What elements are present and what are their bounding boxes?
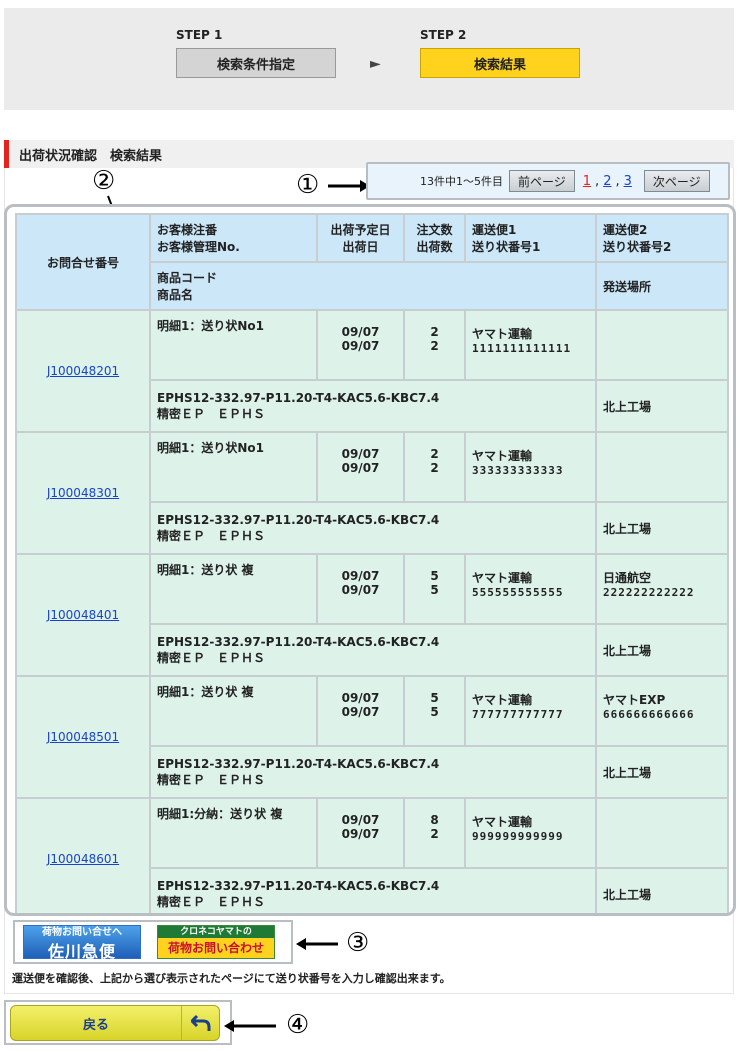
header-inquiry-no: お問合せ番号 — [15, 213, 151, 311]
detail-cell: 明細1：送り状 複 — [149, 553, 318, 625]
prev-page-button[interactable]: 前ページ — [509, 170, 575, 192]
header-product: 商品コード 商品名 — [149, 261, 597, 311]
inquiry-cell: J100048501 — [15, 675, 151, 799]
inquiry-cell: J100048601 — [15, 797, 151, 913]
qty-cell: 22 — [403, 431, 466, 503]
header-carrier-2: 運送便2 送り状番号2 — [595, 213, 729, 263]
ship-from-cell: 北上工場 — [595, 867, 729, 913]
carrier2-cell — [595, 309, 729, 381]
qty-cell: 22 — [403, 309, 466, 381]
header-carrier-1: 運送便1 送り状番号1 — [464, 213, 597, 263]
back-button[interactable]: 戻る — [10, 1005, 220, 1041]
callout-2: ② — [92, 166, 116, 196]
inquiry-cell: J100048301 — [15, 431, 151, 555]
step-arrow-icon: ► — [370, 56, 381, 72]
step2-label: STEP 2 — [420, 28, 467, 42]
ship-from-cell: 北上工場 — [595, 745, 729, 799]
results-table-frame: お問合せ番号 お客様注番 お客様管理No. 出荷予定日 出荷日 注文数 出荷数 運送便… — [4, 204, 736, 916]
step1-button[interactable]: 検索条件指定 — [176, 48, 336, 78]
results-table: お問合せ番号 お客様注番 お客様管理No. 出荷予定日 出荷日 注文数 出荷数 運送便… — [15, 213, 729, 913]
product-cell: EPHS12-332.97-P11.20-T4-KAC5.6-KBC7.4 精密Ｅ… — [149, 501, 597, 555]
date-cell: 09/07 09/07 — [316, 309, 405, 381]
pagination: 13件中1〜5件目 前ページ 1 , 2 , 3 次ページ — [366, 162, 730, 200]
callout-4: ④ — [286, 1010, 310, 1040]
qty-cell: 82 — [403, 797, 466, 869]
inquiry-link[interactable]: J100048501 — [47, 730, 119, 744]
product-cell: EPHS12-332.97-P11.20-T4-KAC5.6-KBC7.4 精密Ｅ… — [149, 379, 597, 433]
inquiry-link[interactable]: J100048401 — [47, 608, 119, 622]
qty-cell: 55 — [403, 675, 466, 747]
callout-3-arrow-icon — [296, 938, 338, 950]
detail-cell: 明細1：送り状No1 — [149, 431, 318, 503]
inquiry-link[interactable]: J100048601 — [47, 852, 119, 866]
product-cell: EPHS12-332.97-P11.20-T4-KAC5.6-KBC7.4 精密Ｅ… — [149, 623, 597, 677]
yamato-banner[interactable]: クロネコヤマトの 荷物お問い合わせ — [157, 925, 275, 959]
header-order-no: お客様注番 お客様管理No. — [149, 213, 318, 263]
callout-1-arrow-icon — [328, 180, 370, 192]
qty-cell: 55 — [403, 553, 466, 625]
carrier1-cell: ヤマト運輸 555555555555 — [464, 553, 597, 625]
inquiry-cell: J100048401 — [15, 553, 151, 677]
callout-4-arrow-icon — [224, 1020, 276, 1032]
callout-1: ① — [296, 170, 320, 200]
carrier1-cell: ヤマト運輸 1111111111111 — [464, 309, 597, 381]
inquiry-cell: J100048201 — [15, 309, 151, 433]
result-count: 13件中1〜5件目 — [420, 175, 503, 188]
page-link-2[interactable]: 2 — [603, 174, 611, 189]
detail-cell: 明細1：送り状 複 — [149, 675, 318, 747]
carrier1-cell: ヤマト運輸 333333333333 — [464, 431, 597, 503]
page-link-3[interactable]: 3 — [624, 174, 632, 189]
ship-from-cell: 北上工場 — [595, 379, 729, 433]
date-cell: 09/07 09/07 — [316, 431, 405, 503]
carrier1-cell: ヤマト運輸 999999999999 — [464, 797, 597, 869]
ship-from-cell: 北上工場 — [595, 623, 729, 677]
carrier2-cell — [595, 797, 729, 869]
product-cell: EPHS12-332.97-P11.20-T4-KAC5.6-KBC7.4 精密Ｅ… — [149, 745, 597, 799]
carrier2-cell: ヤマトEXP 666666666666 — [595, 675, 729, 747]
detail-cell: 明細1:分納：送り状 複 — [149, 797, 318, 869]
return-arrow-icon — [181, 1006, 219, 1040]
inquiry-link[interactable]: J100048301 — [47, 486, 119, 500]
inquiry-link[interactable]: J100048201 — [47, 364, 119, 378]
header-quantity: 注文数 出荷数 — [403, 213, 466, 263]
page-link-1[interactable]: 1 — [583, 174, 591, 189]
date-cell: 09/07 09/07 — [316, 797, 405, 869]
carrier1-cell: ヤマト運輸 777777777777 — [464, 675, 597, 747]
sagawa-banner[interactable]: 荷物お問い合せへ 佐川急便 — [23, 925, 141, 961]
detail-cell: 明細1：送り状No1 — [149, 309, 318, 381]
instruction-note: 運送便を確認後、上記から選び表示されたページにて送り状番号を入力し確認出来ます。 — [12, 972, 451, 985]
carrier-banners: 荷物お問い合せへ 佐川急便 クロネコヤマトの 荷物お問い合わせ — [13, 920, 293, 964]
step-indicator — [4, 8, 734, 110]
next-page-button[interactable]: 次ページ — [643, 170, 710, 192]
step2-button: 検索結果 — [420, 48, 580, 78]
back-button-frame: 戻る — [4, 1000, 232, 1045]
carrier2-cell: 日通航空 222222222222 — [595, 553, 729, 625]
carrier2-cell — [595, 431, 729, 503]
ship-from-cell: 北上工場 — [595, 501, 729, 555]
date-cell: 09/07 09/07 — [316, 553, 405, 625]
step1-label: STEP 1 — [176, 28, 223, 42]
header-ship-from: 発送場所 — [595, 261, 729, 311]
header-ship-date: 出荷予定日 出荷日 — [316, 213, 405, 263]
callout-3: ③ — [346, 928, 370, 958]
date-cell: 09/07 09/07 — [316, 675, 405, 747]
product-cell: EPHS12-332.97-P11.20-T4-KAC5.6-KBC7.4 精密Ｅ… — [149, 867, 597, 913]
